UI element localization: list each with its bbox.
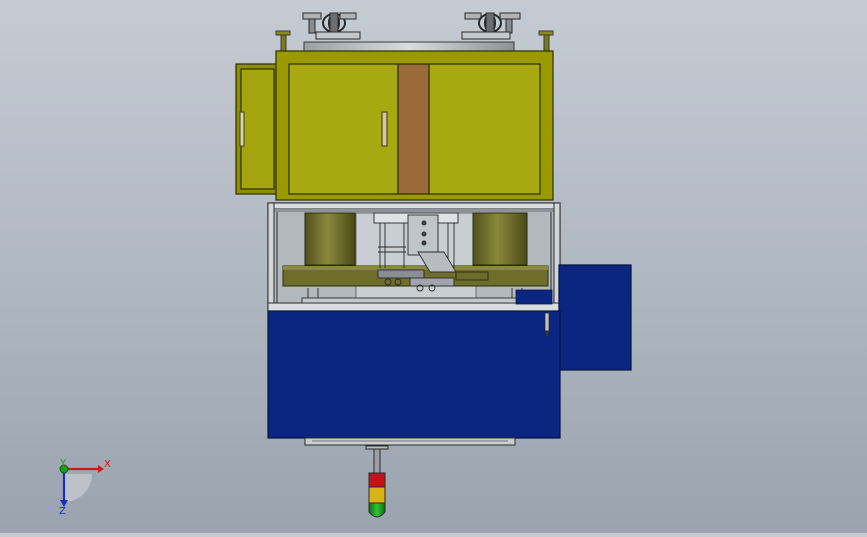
- cad-model-drawing: X Y Z: [59, 12, 632, 518]
- z-axis-label: Z: [59, 506, 66, 517]
- base-bottom-rail: [304, 437, 516, 446]
- right-handwheel: [461, 12, 521, 40]
- right-cylinder: [472, 212, 528, 266]
- machine-base: [267, 310, 561, 439]
- y-axis-label: Y: [59, 458, 67, 469]
- cad-viewport[interactable]: X Y Z: [0, 0, 867, 533]
- side-cabinet-door: [235, 63, 279, 195]
- signal-tower: [365, 445, 389, 518]
- left-cylinder: [304, 212, 356, 266]
- side-control-box: [558, 264, 632, 371]
- electrical-cabinet: [275, 50, 554, 201]
- x-axis-label: X: [104, 459, 111, 470]
- left-corner-post: [275, 30, 291, 54]
- left-handwheel: [302, 12, 361, 40]
- top-plate: [303, 41, 515, 52]
- right-corner-post: [538, 30, 554, 54]
- blue-side-block: [515, 289, 553, 305]
- axis-triad: X Y Z: [59, 458, 111, 517]
